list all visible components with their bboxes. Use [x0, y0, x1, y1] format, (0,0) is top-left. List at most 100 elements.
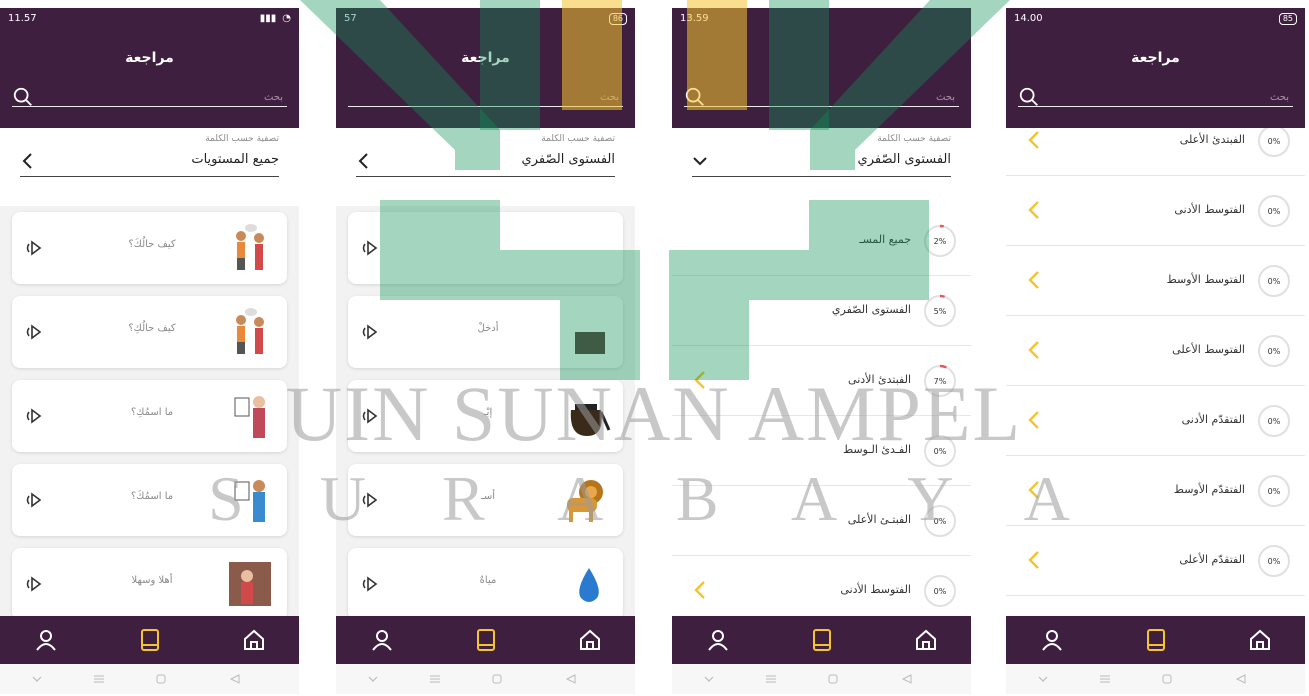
- book-icon[interactable]: [474, 628, 498, 652]
- speaker-icon[interactable]: [360, 406, 380, 426]
- chevron-down-icon[interactable]: [702, 672, 716, 686]
- menu-icon[interactable]: [1098, 672, 1112, 686]
- speaker-icon[interactable]: [24, 406, 44, 426]
- menu-icon[interactable]: [764, 672, 778, 686]
- level-option[interactable]: الفتقدّم الأوسط 0%: [1006, 456, 1305, 526]
- back-triangle-icon[interactable]: [564, 672, 578, 686]
- book-icon[interactable]: [138, 628, 162, 652]
- level-name: الفتوسط الأدنى: [1174, 203, 1245, 216]
- profile-icon[interactable]: [1040, 628, 1064, 652]
- profile-icon[interactable]: [706, 628, 730, 652]
- level-option[interactable]: الفتقدّم الأعلى 0%: [1006, 526, 1305, 596]
- vocabulary-card[interactable]: ما اسمُكَ؟: [12, 464, 287, 536]
- vocabulary-word: أسـ: [480, 491, 496, 502]
- home-square-icon[interactable]: [1160, 672, 1174, 686]
- level-option[interactable]: الفتقدّم الأدنى 0%: [1006, 386, 1305, 456]
- level-option[interactable]: الفتوسط الأعلى 0%: [1006, 316, 1305, 386]
- phone-screen-3: 13.59 بحث تصفية حسب الكلمة الفستوى الصّف…: [672, 8, 971, 694]
- progress-percent: 0%: [1268, 137, 1281, 146]
- chevron-left-icon[interactable]: [1026, 410, 1042, 430]
- level-option[interactable]: الفتوسط الأدنى 0%: [672, 556, 971, 616]
- level-option[interactable]: الفتوسط الأوسط 0%: [1006, 246, 1305, 316]
- progress-percent: 5%: [934, 307, 947, 316]
- chevron-down-icon[interactable]: [1036, 672, 1050, 686]
- vocabulary-card[interactable]: ما اسمُكِ؟: [12, 380, 287, 452]
- chevron-left-icon[interactable]: [1026, 130, 1042, 150]
- home-square-icon[interactable]: [154, 672, 168, 686]
- level-name: الفبتـئ الأعلى: [847, 513, 911, 526]
- progress-arc: [939, 294, 946, 298]
- speaker-icon[interactable]: [360, 238, 380, 258]
- home-icon[interactable]: [242, 628, 266, 652]
- home-icon[interactable]: [578, 628, 602, 652]
- progress-percent: 0%: [934, 517, 947, 526]
- chevron-left-icon[interactable]: [692, 580, 708, 600]
- chevron-left-icon[interactable]: [692, 370, 708, 390]
- speaker-icon[interactable]: [24, 322, 44, 342]
- vocabulary-card[interactable]: إبْـ: [348, 380, 623, 452]
- profile-icon[interactable]: [370, 628, 394, 652]
- speaker-icon[interactable]: [24, 490, 44, 510]
- book-icon[interactable]: [1144, 628, 1168, 652]
- filter-dropdown[interactable]: تصفية حسب الكلمة الفستوى الصّفري: [336, 128, 635, 206]
- speaker-icon[interactable]: [360, 490, 380, 510]
- back-triangle-icon[interactable]: [900, 672, 914, 686]
- progress-ring: 0%: [1258, 545, 1290, 577]
- speaker-icon[interactable]: [24, 238, 44, 258]
- filter-selected-value: الفستوى الصّفري: [857, 152, 951, 167]
- vocabulary-card[interactable]: أسـ: [348, 464, 623, 536]
- level-option[interactable]: الفـدئ الـوسط 0%: [672, 416, 971, 486]
- speaker-icon[interactable]: [360, 574, 380, 594]
- chevron-left-icon[interactable]: [1026, 200, 1042, 220]
- speaker-icon[interactable]: [360, 322, 380, 342]
- two-people-talking-icon: [236, 224, 264, 270]
- search-input[interactable]: بحث: [936, 92, 955, 103]
- chevron-down-icon[interactable]: [366, 672, 380, 686]
- back-triangle-icon[interactable]: [1234, 672, 1248, 686]
- search-input[interactable]: بحث: [264, 92, 283, 103]
- filter-dropdown[interactable]: تصفية حسب الكلمة جميع المستويات: [0, 128, 299, 206]
- level-option[interactable]: الفبتدئ الأدنى 7%: [672, 346, 971, 416]
- bottom-navigation: [0, 616, 299, 664]
- chevron-down-icon[interactable]: [30, 672, 44, 686]
- speaker-icon[interactable]: [24, 574, 44, 594]
- level-option[interactable]: جميع المسـ 2%: [672, 206, 971, 276]
- level-option[interactable]: الفبتـئ الأعلى 0%: [672, 486, 971, 556]
- level-option[interactable]: الفتوسط الأدنى 0%: [1006, 176, 1305, 246]
- home-square-icon[interactable]: [490, 672, 504, 686]
- chevron-left-icon[interactable]: [1026, 550, 1042, 570]
- home-square-icon[interactable]: [826, 672, 840, 686]
- chevron-left-icon[interactable]: [1026, 270, 1042, 290]
- woman-with-id-card-icon: [234, 396, 265, 438]
- phone-screen-4: 14.00 85 مراجعة بحث الفبتدئ الأعلى 0% ال…: [1006, 8, 1305, 694]
- back-triangle-icon[interactable]: [228, 672, 242, 686]
- filter-dropdown[interactable]: تصفية حسب الكلمة الفستوى الصّفري: [672, 128, 971, 206]
- chevron-down-icon[interactable]: [692, 152, 708, 170]
- chevron-left-icon[interactable]: [1026, 340, 1042, 360]
- search-icon[interactable]: [12, 86, 34, 108]
- menu-icon[interactable]: [428, 672, 442, 686]
- chevron-left-icon[interactable]: [356, 152, 372, 170]
- vocabulary-card[interactable]: كيف حالُكِ؟: [12, 296, 287, 368]
- wifi-icon: ◔: [282, 13, 291, 24]
- profile-icon[interactable]: [34, 628, 58, 652]
- level-option[interactable]: الفستوى الصّفري 5%: [672, 276, 971, 346]
- vocabulary-card[interactable]: أهلا وسهلا: [12, 548, 287, 616]
- chevron-left-icon[interactable]: [20, 152, 36, 170]
- level-option[interactable]: الفبتدئ الأعلى 0%: [1006, 128, 1305, 176]
- vocabulary-card[interactable]: [348, 212, 623, 284]
- search-input[interactable]: بحث: [1270, 92, 1289, 103]
- menu-icon[interactable]: [92, 672, 106, 686]
- home-icon[interactable]: [914, 628, 938, 652]
- book-icon[interactable]: [810, 628, 834, 652]
- vocabulary-card[interactable]: أدخلْ: [348, 296, 623, 368]
- progress-ring: 2%: [924, 224, 956, 257]
- search-icon[interactable]: [1018, 86, 1040, 108]
- chevron-left-icon[interactable]: [1026, 480, 1042, 500]
- search-icon[interactable]: [684, 86, 706, 108]
- search-input[interactable]: بحث: [600, 92, 619, 103]
- level-name: الفـدئ الـوسط: [842, 443, 911, 456]
- vocabulary-card[interactable]: كيف حالُكَ؟: [12, 212, 287, 284]
- vocabulary-card[interactable]: مياهٌ: [348, 548, 623, 616]
- home-icon[interactable]: [1248, 628, 1272, 652]
